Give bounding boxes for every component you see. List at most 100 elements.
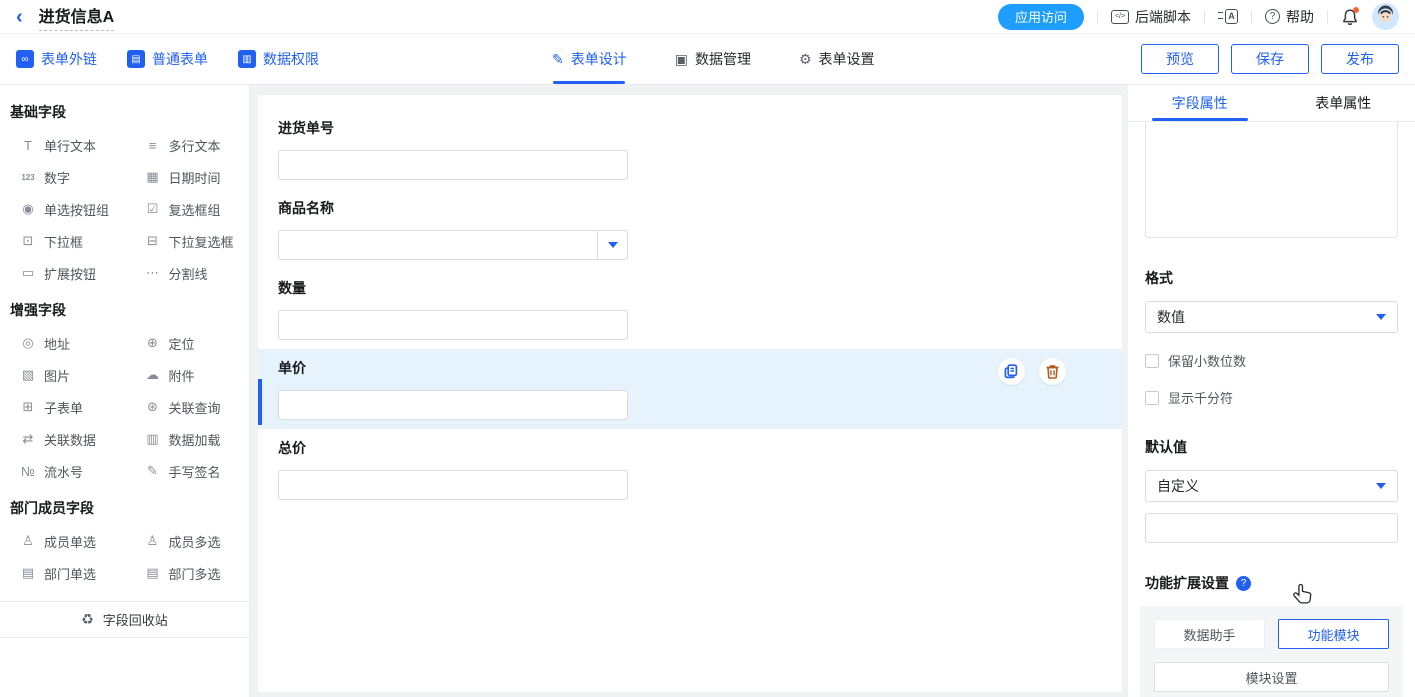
default-value-input[interactable] bbox=[1145, 513, 1398, 543]
field-description-textarea[interactable] bbox=[1145, 122, 1398, 238]
checkbox-unchecked-icon[interactable] bbox=[1145, 354, 1159, 368]
decimal-digits-option[interactable]: 保留小数位数 bbox=[1145, 351, 1398, 370]
default-value-select[interactable]: 自定义 bbox=[1145, 470, 1398, 502]
backend-script-button[interactable]: </> 后端脚本 bbox=[1111, 7, 1191, 27]
canvas-field-purchase-no[interactable]: 进货单号 bbox=[258, 109, 1122, 189]
field-type-item[interactable]: ☑复选框组 bbox=[125, 193, 250, 225]
field-type-item[interactable]: ▭扩展按钮 bbox=[0, 257, 125, 289]
mode-plain-form[interactable]: ▤ 普通表单 bbox=[127, 49, 208, 69]
field-type-label: 单选按钮组 bbox=[44, 200, 109, 219]
field-type-item[interactable]: ⊞子表单 bbox=[0, 391, 125, 423]
field-type-label: 图片 bbox=[44, 366, 70, 385]
field-type-item[interactable]: ⊟ 下拉复选框 bbox=[125, 225, 250, 257]
delete-field-button[interactable] bbox=[1039, 358, 1066, 385]
thousand-separator-option[interactable]: 显示千分符 bbox=[1145, 388, 1398, 407]
tab-form-design[interactable]: ✎ 表单设计 bbox=[552, 34, 627, 84]
field-type-item[interactable]: ⊡下拉框 bbox=[0, 225, 125, 257]
text-input[interactable] bbox=[278, 470, 628, 500]
field-type-label: 部门多选 bbox=[169, 564, 221, 583]
canvas-field-total-price[interactable]: 总价 bbox=[258, 429, 1122, 509]
tab-data-manage[interactable]: ▣ 数据管理 bbox=[675, 34, 751, 84]
field-type-item[interactable]: ⋯分割线 bbox=[125, 257, 250, 289]
field-type-item[interactable]: ▤ 部门多选 bbox=[125, 557, 250, 589]
select-input[interactable] bbox=[278, 230, 628, 260]
form-mode-switcher: ∞ 表单外链 ▤ 普通表单 ▥ 数据权限 bbox=[16, 49, 319, 69]
field-label: 进货单号 bbox=[278, 118, 1102, 138]
member-single-icon: ♙ bbox=[20, 533, 36, 549]
tab-form-settings[interactable]: ⚙ 表单设置 bbox=[799, 34, 875, 84]
publish-button[interactable]: 发布 bbox=[1321, 44, 1399, 74]
selected-field-indicator bbox=[258, 379, 262, 425]
dept-multi-icon: ▤ bbox=[145, 565, 161, 581]
field-type-item[interactable]: ♙成员多选 bbox=[125, 525, 250, 557]
field-recycle-bin[interactable]: ♻ 字段回收站 bbox=[0, 601, 249, 638]
notification-bell-icon[interactable] bbox=[1341, 8, 1359, 26]
field-type-item[interactable]: ◎地址 bbox=[0, 327, 125, 359]
field-type-label: 部门单选 bbox=[44, 564, 96, 583]
field-type-item[interactable]: ◉单选按钮组 bbox=[0, 193, 125, 225]
extend-button-icon: ▭ bbox=[20, 265, 36, 281]
divider bbox=[1204, 10, 1205, 24]
data-permission-icon: ▥ bbox=[238, 50, 256, 68]
canvas-field-product-name[interactable]: 商品名称 bbox=[258, 189, 1122, 269]
data-load-icon: ▥ bbox=[145, 431, 161, 447]
canvas-field-quantity[interactable]: 数量 bbox=[258, 269, 1122, 349]
field-type-item[interactable]: ⇄关联数据 bbox=[0, 423, 125, 455]
format-select[interactable]: 数值 bbox=[1145, 301, 1398, 333]
field-label: 商品名称 bbox=[278, 198, 1102, 218]
field-type-item[interactable]: ▤部门单选 bbox=[0, 557, 125, 589]
field-type-item[interactable]: №流水号 bbox=[0, 455, 125, 487]
text-input[interactable] bbox=[278, 150, 628, 180]
data-assistant-button[interactable]: 数据助手 bbox=[1154, 619, 1265, 649]
mode-data-permission[interactable]: ▥ 数据权限 bbox=[238, 49, 319, 69]
field-type-item[interactable]: ▥数据加载 bbox=[125, 423, 250, 455]
tab-form-properties[interactable]: 表单属性 bbox=[1272, 85, 1415, 121]
text-input[interactable] bbox=[278, 310, 628, 340]
field-type-item[interactable]: ≡多行文本 bbox=[125, 129, 250, 161]
multi-dropdown-icon: ⊟ bbox=[145, 233, 161, 249]
tab-field-properties[interactable]: 字段属性 bbox=[1128, 85, 1272, 121]
field-type-item[interactable]: ⊛关联查询 bbox=[125, 391, 250, 423]
preview-button[interactable]: 预览 bbox=[1141, 44, 1219, 74]
field-label: 总价 bbox=[278, 438, 1102, 458]
field-type-label: 分割线 bbox=[169, 264, 208, 283]
field-type-item[interactable]: ♙成员单选 bbox=[0, 525, 125, 557]
extension-help-icon[interactable]: ? bbox=[1236, 576, 1251, 591]
field-label: 数量 bbox=[278, 278, 1102, 298]
select-arrow-button[interactable] bbox=[597, 231, 627, 259]
canvas-field-unit-price-selected[interactable]: 单价 bbox=[258, 349, 1122, 429]
page-title[interactable]: 进货信息A bbox=[39, 3, 115, 31]
field-type-label: 下拉复选框 bbox=[169, 232, 234, 251]
field-type-item[interactable]: ☁附件 bbox=[125, 359, 250, 391]
properties-tabs: 字段属性 表单属性 bbox=[1128, 85, 1415, 122]
back-icon[interactable]: ‹ bbox=[16, 7, 23, 27]
field-type-item[interactable]: ⊕定位 bbox=[125, 327, 250, 359]
field-type-label: 数字 bbox=[44, 168, 70, 187]
recycle-label: 字段回收站 bbox=[103, 610, 168, 629]
help-button[interactable]: ? 帮助 bbox=[1265, 7, 1314, 27]
save-button[interactable]: 保存 bbox=[1231, 44, 1309, 74]
mode-external-link[interactable]: ∞ 表单外链 bbox=[16, 49, 97, 69]
divider bbox=[1327, 10, 1328, 24]
app-access-button[interactable]: 应用访问 bbox=[998, 4, 1084, 30]
module-settings-button[interactable]: 模块设置 bbox=[1154, 662, 1389, 692]
default-value-section-label: 默认值 bbox=[1145, 437, 1398, 457]
user-avatar[interactable] bbox=[1372, 3, 1399, 30]
function-module-button[interactable]: 功能模块 bbox=[1278, 619, 1389, 649]
checkbox-unchecked-icon[interactable] bbox=[1145, 391, 1159, 405]
field-type-item[interactable]: T单行文本 bbox=[0, 129, 125, 161]
notification-dot bbox=[1353, 7, 1359, 13]
duplicate-field-button[interactable] bbox=[998, 358, 1025, 385]
field-type-item[interactable]: ✎手写签名 bbox=[125, 455, 250, 487]
form-canvas[interactable]: 进货单号 商品名称 数量 单价 bbox=[258, 95, 1122, 692]
field-type-item[interactable]: 123数字 bbox=[0, 161, 125, 193]
external-link-icon: ∞ bbox=[16, 50, 34, 68]
field-type-item[interactable]: ▧图片 bbox=[0, 359, 125, 391]
select-value bbox=[279, 231, 597, 259]
field-type-label: 关联查询 bbox=[169, 398, 221, 417]
text-input[interactable] bbox=[278, 390, 628, 420]
field-type-item[interactable]: ▦日期时间 bbox=[125, 161, 250, 193]
recycle-icon: ♻ bbox=[81, 611, 94, 628]
language-button[interactable]: A bbox=[1218, 9, 1238, 25]
field-type-label: 地址 bbox=[44, 334, 70, 353]
